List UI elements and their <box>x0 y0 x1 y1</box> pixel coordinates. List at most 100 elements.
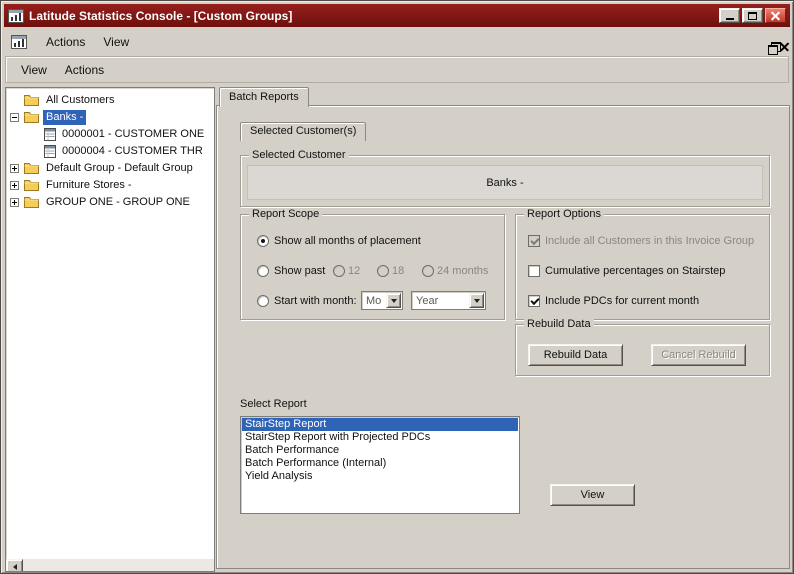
menu-bar: View Actions <box>5 56 789 83</box>
folder-icon <box>24 94 39 106</box>
report-list-item[interactable]: Batch Performance <box>242 444 518 457</box>
tab-selected-customers-label: Selected Customer(s) <box>250 125 357 137</box>
menu-actions[interactable]: Actions <box>37 32 94 52</box>
minimize-icon <box>725 17 734 20</box>
title-bar: Latitude Statistics Console - [Custom Gr… <box>4 4 790 27</box>
tree-item-banks[interactable]: Banks - <box>6 109 214 126</box>
tree-item-group-one[interactable]: GROUP ONE - GROUP ONE <box>6 194 214 211</box>
year-combo-value: Year <box>416 295 439 307</box>
tree-item-all-customers[interactable]: All Customers <box>6 92 214 109</box>
tab-selected-customers[interactable]: Selected Customer(s) <box>240 122 367 141</box>
tree-item-label[interactable]: Furniture Stores - <box>43 178 135 193</box>
mdi-child-icon <box>11 34 27 49</box>
selected-customer-panel: Banks - <box>247 165 763 200</box>
rebuild-data-button[interactable]: Rebuild Data <box>528 344 623 366</box>
rebuild-data-group-label: Rebuild Data <box>524 318 594 330</box>
report-listbox[interactable]: StairStep Report StairStep Report with P… <box>240 416 520 514</box>
tree-item-label[interactable]: All Customers <box>43 93 117 108</box>
menubar-actions[interactable]: Actions <box>56 60 113 80</box>
app-icon <box>8 8 24 23</box>
past-18-label: 18 <box>392 265 405 277</box>
year-combo-dropdown-button[interactable] <box>469 293 484 308</box>
year-combo[interactable]: Year <box>411 291 486 310</box>
expand-expander-icon[interactable] <box>10 164 19 173</box>
tree-item-label[interactable]: 0000004 - CUSTOMER THR <box>59 144 206 159</box>
selected-customer-group: Selected Customer Banks - <box>240 149 770 207</box>
maximize-button[interactable] <box>742 8 763 23</box>
batch-reports-page: Selected Customer(s) Selected Customer B… <box>216 105 790 569</box>
customer-tree: All Customers Banks - 0000001 - CUSTOMER… <box>5 87 215 572</box>
selected-customer-group-label: Selected Customer <box>249 149 349 161</box>
close-icon <box>771 11 780 20</box>
rebuild-data-group: Rebuild Data Rebuild Data Cancel Rebuild <box>515 318 770 376</box>
report-options-group-label: Report Options <box>524 208 604 220</box>
collapse-expander-icon[interactable] <box>10 113 19 122</box>
tree-item-customer-three[interactable]: 0000004 - CUSTOMER THR <box>6 143 214 160</box>
report-options-group: Report Options Include all Customers in … <box>515 208 770 320</box>
tree-item-label[interactable]: Banks - <box>43 110 87 125</box>
maximize-icon <box>748 11 757 20</box>
tree-item-label[interactable]: GROUP ONE - GROUP ONE <box>43 195 193 210</box>
include-pdcs-label[interactable]: Include PDCs for current month <box>545 295 699 308</box>
tree-item-customer-one[interactable]: 0000001 - CUSTOMER ONE <box>6 126 214 143</box>
mdi-menu-row: Actions View <box>5 29 789 54</box>
report-icon <box>44 145 56 158</box>
include-pdcs-checkbox[interactable] <box>528 295 540 307</box>
folder-icon <box>24 179 39 191</box>
tree-item-label[interactable]: 0000001 - CUSTOMER ONE <box>59 127 207 142</box>
show-past-radio[interactable] <box>257 265 269 277</box>
menubar-view[interactable]: View <box>12 60 56 80</box>
start-with-month-label[interactable]: Start with month: <box>274 295 357 308</box>
include-all-customers-label: Include all Customers in this Invoice Gr… <box>545 235 755 247</box>
report-list-item[interactable]: StairStep Report with Projected PDCs <box>242 431 518 444</box>
expand-expander-icon[interactable] <box>10 198 19 207</box>
view-button-label: View <box>580 489 605 501</box>
tree-item-default-group[interactable]: Default Group - Default Group <box>6 160 214 177</box>
report-scope-group-label: Report Scope <box>249 208 323 220</box>
arrow-left-icon <box>12 563 17 570</box>
folder-icon <box>24 196 39 208</box>
folder-icon <box>24 162 39 174</box>
start-with-month-radio[interactable] <box>257 295 269 307</box>
selected-customer-value: Banks - <box>486 176 524 189</box>
month-combo-dropdown-button[interactable] <box>386 293 401 308</box>
application-window: Latitude Statistics Console - [Custom Gr… <box>0 0 794 574</box>
menu-view[interactable]: View <box>94 32 138 52</box>
past-24-radio <box>422 265 434 277</box>
tree-item-furniture-stores[interactable]: Furniture Stores - <box>6 177 214 194</box>
cumulative-percentages-checkbox[interactable] <box>528 265 540 277</box>
cancel-rebuild-button: Cancel Rebuild <box>651 344 746 366</box>
rebuild-data-button-label: Rebuild Data <box>543 349 608 361</box>
report-scope-group: Report Scope Show all months of placemen… <box>240 208 505 320</box>
cancel-rebuild-button-label: Cancel Rebuild <box>661 349 736 361</box>
past-24-label: 24 months <box>437 265 489 277</box>
tree-item-label[interactable]: Default Group - Default Group <box>43 161 196 176</box>
report-list-item[interactable]: Yield Analysis <box>242 470 518 483</box>
chevron-down-icon <box>473 298 480 303</box>
window-title: Latitude Statistics Console - [Custom Gr… <box>29 8 293 23</box>
view-button[interactable]: View <box>550 484 635 506</box>
show-past-label[interactable]: Show past <box>274 265 325 278</box>
past-12-label: 12 <box>348 265 361 277</box>
tab-batch-reports[interactable]: Batch Reports <box>219 87 309 107</box>
report-icon <box>44 128 56 141</box>
past-18-radio <box>377 265 389 277</box>
month-combo-value: Mo <box>366 295 382 307</box>
show-all-months-radio[interactable] <box>257 235 269 247</box>
close-button[interactable] <box>765 8 786 23</box>
report-list-item[interactable]: StairStep Report <box>242 418 518 431</box>
past-12-radio <box>333 265 345 277</box>
folder-icon <box>24 111 39 123</box>
include-all-customers-checkbox <box>528 235 540 247</box>
tree-scroll-left-button[interactable] <box>6 559 23 571</box>
expand-expander-icon[interactable] <box>10 181 19 190</box>
tree-horizontal-scrollbar[interactable] <box>6 559 214 571</box>
select-report-label: Select Report <box>240 398 307 410</box>
month-combo[interactable]: Mo <box>361 291 403 310</box>
tab-batch-reports-label: Batch Reports <box>229 91 299 103</box>
report-list-item[interactable]: Batch Performance (Internal) <box>242 457 518 470</box>
show-all-months-label[interactable]: Show all months of placement <box>274 235 421 248</box>
chevron-down-icon <box>390 298 397 303</box>
minimize-button[interactable] <box>719 8 740 23</box>
cumulative-percentages-label[interactable]: Cumulative percentages on Stairstep <box>545 265 725 278</box>
